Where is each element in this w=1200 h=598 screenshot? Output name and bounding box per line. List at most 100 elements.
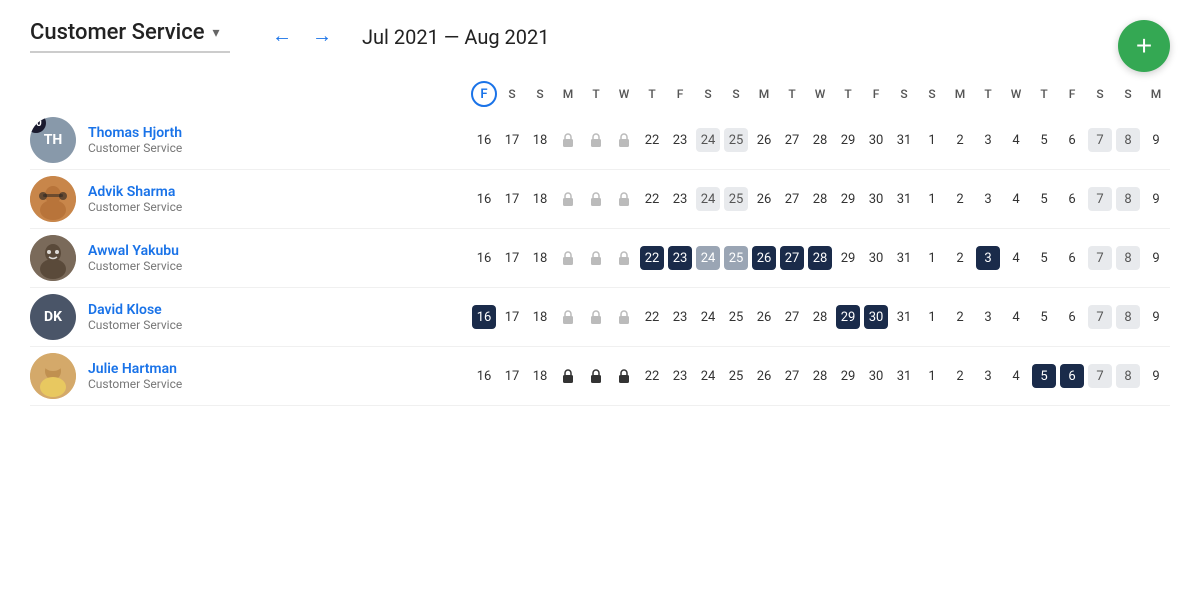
day-cell[interactable]: 17 (498, 111, 526, 170)
day-cell[interactable]: 9 (1142, 229, 1170, 288)
dept-selector[interactable]: Customer Service ▾ (30, 20, 230, 53)
day-cell[interactable]: 22 (638, 347, 666, 406)
day-cell[interactable]: 5 (1030, 170, 1058, 229)
day-cell[interactable]: 28 (806, 170, 834, 229)
day-cell[interactable]: 7 (1086, 170, 1114, 229)
day-cell[interactable]: 3 (974, 170, 1002, 229)
day-cell[interactable] (554, 111, 582, 170)
day-cell[interactable]: 23 (666, 229, 694, 288)
day-cell[interactable]: 2 (946, 111, 974, 170)
day-cell[interactable]: 29 (834, 111, 862, 170)
day-cell[interactable]: 27 (778, 229, 806, 288)
day-cell[interactable]: 4 (1002, 170, 1030, 229)
day-cell[interactable] (582, 111, 610, 170)
day-cell[interactable]: 18 (526, 347, 554, 406)
day-cell[interactable]: 23 (666, 347, 694, 406)
day-cell[interactable]: 28 (806, 347, 834, 406)
day-cell[interactable]: 7 (1086, 288, 1114, 347)
day-cell[interactable]: 22 (638, 229, 666, 288)
day-cell[interactable]: 2 (946, 347, 974, 406)
emp-name[interactable]: Advik Sharma (88, 184, 182, 200)
day-cell[interactable]: 22 (638, 288, 666, 347)
day-cell[interactable]: 8 (1114, 347, 1142, 406)
day-cell[interactable]: 22 (638, 111, 666, 170)
day-cell[interactable]: 25 (722, 170, 750, 229)
day-cell[interactable] (582, 347, 610, 406)
day-cell[interactable]: 6 (1058, 229, 1086, 288)
day-cell[interactable]: 3 (974, 347, 1002, 406)
day-cell[interactable]: 30 (862, 170, 890, 229)
day-cell[interactable]: 28 (806, 229, 834, 288)
day-cell[interactable]: 26 (750, 229, 778, 288)
day-cell[interactable]: 29 (834, 170, 862, 229)
day-cell[interactable]: 26 (750, 111, 778, 170)
day-cell[interactable]: 26 (750, 288, 778, 347)
day-cell[interactable]: 9 (1142, 111, 1170, 170)
day-cell[interactable]: 5 (1030, 288, 1058, 347)
day-cell[interactable]: 27 (778, 111, 806, 170)
day-cell[interactable]: 27 (778, 170, 806, 229)
next-arrow-button[interactable]: → (306, 21, 338, 52)
day-cell[interactable] (610, 347, 638, 406)
day-cell[interactable]: 31 (890, 288, 918, 347)
day-cell[interactable]: 18 (526, 229, 554, 288)
day-cell[interactable]: 24 (694, 111, 722, 170)
day-cell[interactable]: 8 (1114, 170, 1142, 229)
day-cell[interactable]: 27 (778, 347, 806, 406)
day-cell[interactable]: 28 (806, 111, 834, 170)
day-cell[interactable]: 1 (918, 229, 946, 288)
day-cell[interactable]: 23 (666, 170, 694, 229)
day-cell[interactable]: 5 (1030, 347, 1058, 406)
day-cell[interactable]: 22 (638, 170, 666, 229)
day-cell[interactable]: 27 (778, 288, 806, 347)
day-cell[interactable]: 1 (918, 347, 946, 406)
day-cell[interactable] (582, 229, 610, 288)
day-cell[interactable]: 30 (862, 288, 890, 347)
day-cell[interactable] (554, 229, 582, 288)
day-cell[interactable]: 17 (498, 288, 526, 347)
day-cell[interactable]: 26 (750, 347, 778, 406)
day-cell[interactable]: 6 (1058, 170, 1086, 229)
day-cell[interactable]: 31 (890, 111, 918, 170)
day-cell[interactable]: 4 (1002, 347, 1030, 406)
day-cell[interactable]: 24 (694, 170, 722, 229)
day-cell[interactable] (610, 170, 638, 229)
day-cell[interactable]: 6 (1058, 347, 1086, 406)
day-cell[interactable]: 25 (722, 288, 750, 347)
day-cell[interactable]: 5 (1030, 111, 1058, 170)
day-cell[interactable]: 30 (862, 347, 890, 406)
day-cell[interactable] (610, 288, 638, 347)
day-cell[interactable]: 1 (918, 288, 946, 347)
day-cell[interactable]: 29 (834, 288, 862, 347)
day-cell[interactable]: 16 (470, 229, 498, 288)
day-cell[interactable]: 17 (498, 347, 526, 406)
day-cell[interactable]: 18 (526, 111, 554, 170)
day-cell[interactable]: 23 (666, 288, 694, 347)
day-cell[interactable]: 4 (1002, 111, 1030, 170)
day-cell[interactable]: 1 (918, 111, 946, 170)
day-cell[interactable]: 8 (1114, 111, 1142, 170)
emp-name[interactable]: Thomas Hjorth (88, 125, 182, 141)
day-cell[interactable]: 28 (806, 288, 834, 347)
day-cell[interactable]: 24 (694, 347, 722, 406)
day-cell[interactable]: 9 (1142, 347, 1170, 406)
day-cell[interactable]: 1 (918, 170, 946, 229)
day-cell[interactable]: 7 (1086, 229, 1114, 288)
prev-arrow-button[interactable]: ← (266, 21, 298, 52)
emp-name[interactable]: Julie Hartman (88, 361, 182, 377)
day-cell[interactable]: 25 (722, 347, 750, 406)
day-cell[interactable]: 7 (1086, 111, 1114, 170)
day-cell[interactable]: 6 (1058, 111, 1086, 170)
day-cell[interactable]: 9 (1142, 170, 1170, 229)
day-cell[interactable]: 16 (470, 288, 498, 347)
day-cell[interactable]: 3 (974, 288, 1002, 347)
day-cell[interactable]: 30 (862, 111, 890, 170)
day-cell[interactable]: 31 (890, 347, 918, 406)
day-cell[interactable]: 30 (862, 229, 890, 288)
day-cell[interactable]: 25 (722, 229, 750, 288)
day-cell[interactable]: 2 (946, 229, 974, 288)
day-cell[interactable]: 26 (750, 170, 778, 229)
day-cell[interactable]: 4 (1002, 229, 1030, 288)
day-cell[interactable]: 17 (498, 229, 526, 288)
day-cell[interactable]: 29 (834, 229, 862, 288)
